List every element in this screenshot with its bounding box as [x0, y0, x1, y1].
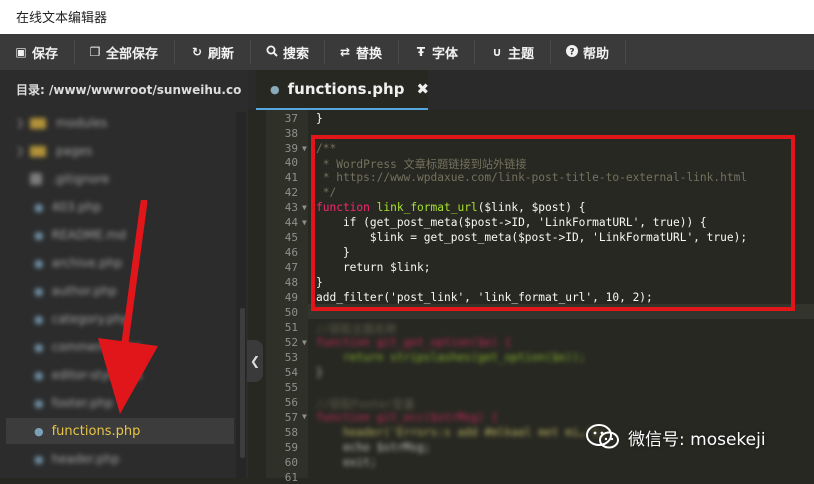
- code-line: return stripslashes(get_option($e));: [316, 351, 586, 364]
- code-line: function git_ecc($strMsg) {: [316, 411, 498, 424]
- line-number: 46: [284, 246, 298, 259]
- line-number: 50: [284, 306, 298, 319]
- line-number: 54: [284, 366, 298, 379]
- help-button[interactable]: ? 帮助: [565, 34, 609, 70]
- directory-path: 目录: /www/wwwroot/sunweihu.co...: [16, 83, 242, 97]
- toolbar-divider: [550, 40, 551, 64]
- refresh-button[interactable]: ↻ 刷新: [190, 34, 234, 70]
- tree-folder[interactable]: ❯ pages: [6, 138, 234, 164]
- sidebar-scroll-thumb[interactable]: [240, 308, 245, 458]
- chevron-right-icon: ❯: [16, 117, 25, 129]
- line-number: 53: [284, 351, 298, 364]
- line-number: 41: [284, 171, 298, 184]
- toolbar-divider: [74, 40, 75, 64]
- magnet-icon: ∪: [492, 45, 502, 59]
- line-number: 51: [284, 321, 298, 334]
- tree-folder[interactable]: ❯ modules: [6, 110, 234, 136]
- line-number: 43: [284, 201, 298, 214]
- replace-button[interactable]: ⇄ 替换: [338, 34, 382, 70]
- file-icon: [30, 173, 42, 185]
- collapse-sidebar-button[interactable]: ❮: [247, 340, 263, 382]
- toolbar-divider: [324, 40, 325, 64]
- red-arrow-annotation: [98, 200, 158, 414]
- window-titlebar: 在线文本编辑器: [0, 0, 814, 34]
- line-number: 39: [284, 142, 298, 155]
- folder-icon: [30, 117, 46, 129]
- refresh-icon: ↻: [191, 45, 203, 59]
- code-line: exit;: [316, 456, 377, 469]
- line-number: 42: [284, 186, 298, 199]
- toolbar: ▣ 保存 ❐ 全部保存 ↻ 刷新 搜索 ⇄ 替换 Ŧ 字体 ∪ 主题 ? 帮助: [0, 34, 814, 71]
- theme-button[interactable]: ∪ 主题: [490, 34, 534, 70]
- code-line: function git_get_option($e) {: [316, 336, 512, 349]
- file-icon: ●: [34, 228, 44, 242]
- code-line: //获取主题名称: [316, 323, 397, 336]
- wechat-watermark: 微信号: mosekeji: [586, 424, 766, 450]
- elephant-icon: ●: [34, 340, 44, 354]
- line-number: 52: [284, 336, 298, 349]
- font-button[interactable]: Ŧ 字体: [414, 34, 458, 70]
- svg-text:?: ?: [569, 47, 574, 57]
- tree-file-selected[interactable]: ● functions.php: [6, 418, 234, 444]
- fold-arrow-icon[interactable]: ▼: [302, 144, 307, 153]
- elephant-icon: ●: [34, 396, 44, 410]
- swap-icon: ⇄: [339, 45, 351, 59]
- toolbar-divider: [250, 40, 251, 64]
- fold-arrow-icon[interactable]: ▼: [302, 338, 307, 347]
- code-line: }: [316, 112, 323, 125]
- line-number: 58: [284, 426, 298, 439]
- line-number: 47: [284, 261, 298, 274]
- folder-icon: [30, 145, 46, 157]
- fold-arrow-icon[interactable]: ▼: [302, 203, 307, 212]
- highlight-box: [311, 135, 795, 311]
- line-number: 45: [284, 231, 298, 244]
- text-icon: Ŧ: [416, 45, 426, 59]
- line-number: 56: [284, 396, 298, 409]
- elephant-icon: ●: [270, 82, 280, 96]
- elephant-icon: ●: [34, 256, 44, 270]
- line-number: 48: [284, 276, 298, 289]
- close-icon[interactable]: ✖: [416, 80, 429, 98]
- copy-icon: ❐: [89, 45, 101, 59]
- line-number: 60: [284, 456, 298, 469]
- line-number: 38: [284, 127, 298, 140]
- line-number: 57: [284, 411, 298, 424]
- line-number: 59: [284, 441, 298, 454]
- fold-arrow-icon[interactable]: ▼: [302, 218, 307, 227]
- toolbar-divider: [474, 40, 475, 64]
- code-line: }: [316, 366, 323, 379]
- elephant-icon: ●: [34, 284, 44, 298]
- search-icon: [265, 45, 279, 60]
- save-all-button[interactable]: ❐ 全部保存: [88, 34, 158, 70]
- chevron-left-icon: ❮: [249, 354, 261, 368]
- code-line: //获取Footer变量: [316, 398, 415, 411]
- elephant-icon: ●: [34, 312, 44, 326]
- help-icon: ?: [565, 44, 579, 60]
- chevron-right-icon: ❯: [16, 145, 25, 157]
- tree-file[interactable]: .gitignore: [6, 166, 234, 192]
- toolbar-divider: [174, 40, 175, 64]
- elephant-icon: ●: [34, 200, 44, 214]
- tree-file[interactable]: ● header.php: [6, 446, 234, 472]
- window-title: 在线文本编辑器: [16, 11, 108, 26]
- wechat-icon: [586, 424, 619, 449]
- elephant-icon: ●: [34, 452, 44, 466]
- elephant-icon: ●: [34, 368, 44, 382]
- toolbar-divider: [625, 40, 626, 64]
- tab-functions-php[interactable]: ● functions.php ✖: [256, 70, 429, 110]
- code-line: echo $strMsg;: [316, 441, 431, 454]
- code-line: header('Errors:s add #mlkaal met mi…');: [316, 426, 606, 439]
- line-number: 44: [284, 216, 298, 229]
- line-number: 40: [284, 156, 298, 169]
- line-number: 37: [284, 112, 298, 125]
- toolbar-divider: [398, 40, 399, 64]
- save-button[interactable]: ▣ 保存: [14, 34, 58, 70]
- search-button[interactable]: 搜索: [265, 34, 309, 70]
- elephant-icon: ●: [34, 424, 44, 438]
- floppy-icon: ▣: [15, 45, 27, 59]
- editor-tabbar: ● functions.php ✖: [248, 70, 814, 110]
- fold-arrow-icon[interactable]: ▼: [302, 412, 307, 421]
- line-number: 49: [284, 291, 298, 304]
- line-number: 55: [284, 381, 298, 394]
